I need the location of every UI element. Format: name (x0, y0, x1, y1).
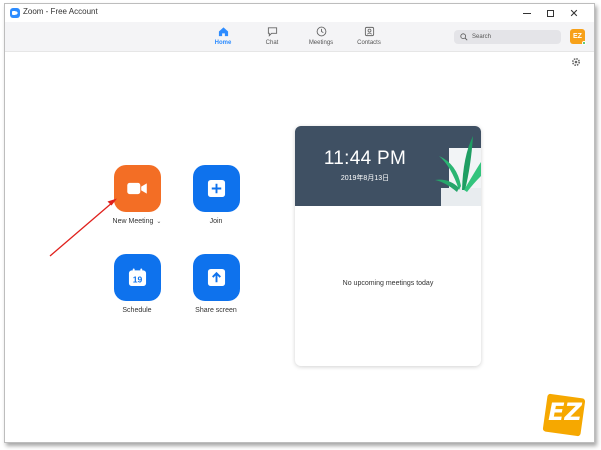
plus-icon (207, 179, 225, 198)
maximize-button[interactable] (543, 6, 557, 20)
search-input[interactable]: Search (454, 30, 561, 44)
chat-icon (267, 27, 277, 37)
join-button[interactable] (192, 165, 240, 212)
gear-icon[interactable] (571, 57, 581, 67)
top-nav: Home Chat Meetings Contacts Search EZ (5, 22, 594, 52)
share-screen-label: Share screen (195, 307, 237, 314)
schedule-action[interactable]: 19 Schedule (107, 254, 167, 314)
ez-watermark-logo: EZ (541, 392, 589, 440)
tab-chat[interactable]: Chat (252, 26, 292, 46)
tab-chat-label: Chat (265, 40, 279, 46)
video-camera-icon (126, 182, 147, 195)
zoom-logo-icon (10, 8, 20, 18)
zoom-window: Zoom - Free Account ✕ Home Chat Meetings (4, 3, 595, 443)
clock-icon (316, 26, 326, 37)
share-screen-action[interactable]: Share screen (186, 254, 246, 314)
window-title: Zoom - Free Account (23, 7, 98, 16)
new-meeting-action[interactable]: New Meeting ⌄ (107, 165, 167, 225)
tab-home[interactable]: Home (203, 26, 243, 46)
calendar-day: 19 (132, 275, 142, 285)
new-meeting-button[interactable] (113, 165, 161, 212)
calendar-icon: 19 (128, 268, 146, 287)
minimize-button[interactable] (520, 6, 534, 20)
upload-arrow-icon (207, 268, 225, 287)
search-placeholder: Search (472, 34, 492, 40)
tab-meetings-label: Meetings (308, 40, 334, 46)
tab-home-label: Home (214, 40, 232, 46)
upcoming-meetings-card: 11:44 PM 2019年8月13日 No upcoming meetings… (295, 126, 481, 366)
current-date: 2019年8月13日 (340, 175, 390, 182)
current-time: 11:44 PM (323, 148, 407, 169)
watermark-text: EZ (548, 398, 582, 426)
chevron-down-icon[interactable]: ⌄ (156, 219, 161, 225)
join-label: Join (209, 218, 223, 225)
online-status-indicator (582, 41, 586, 45)
plant-illustration (435, 136, 481, 206)
close-button[interactable]: ✕ (567, 6, 581, 20)
clock-banner: 11:44 PM 2019年8月13日 (295, 126, 481, 206)
schedule-label: Schedule (122, 307, 152, 314)
tab-contacts[interactable]: Contacts (349, 26, 389, 46)
schedule-button[interactable]: 19 (113, 254, 161, 301)
search-icon (460, 33, 468, 41)
contacts-icon (364, 26, 374, 37)
no-meetings-message: No upcoming meetings today (342, 280, 434, 287)
new-meeting-label: New Meeting (112, 218, 154, 225)
join-action[interactable]: Join (186, 165, 246, 225)
tab-meetings[interactable]: Meetings (301, 26, 341, 46)
tab-contacts-label: Contacts (357, 40, 381, 46)
share-screen-button[interactable] (192, 254, 240, 301)
home-icon (218, 27, 228, 37)
title-bar: Zoom - Free Account ✕ (5, 4, 594, 22)
